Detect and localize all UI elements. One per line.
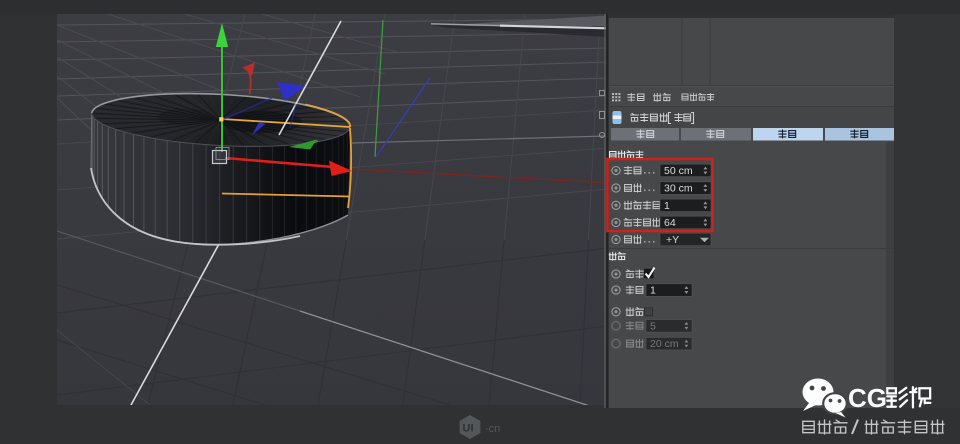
svg-text:30 cm: 30 cm: [664, 183, 693, 195]
svg-text:5: 5: [650, 320, 656, 332]
svg-text:64: 64: [664, 217, 676, 229]
svg-text:CG: CG: [848, 383, 887, 413]
svg-text:1: 1: [650, 285, 656, 297]
svg-text:20 cm: 20 cm: [650, 338, 679, 350]
svg-text:1: 1: [664, 200, 670, 212]
svg-text:UI: UI: [463, 423, 474, 435]
svg-text:·cn: ·cn: [485, 423, 500, 435]
svg-text:50 cm: 50 cm: [664, 165, 693, 177]
svg-text:+Y: +Y: [666, 234, 679, 246]
